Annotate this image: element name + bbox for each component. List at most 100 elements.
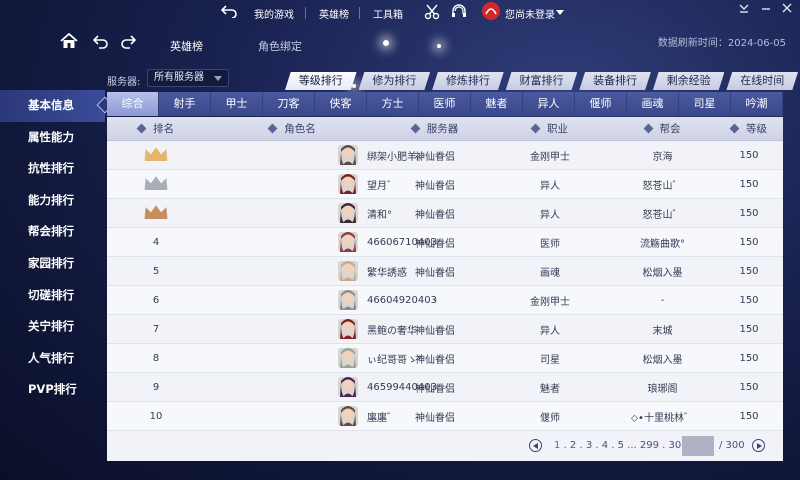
top-bar: 我的游戏 英雄榜 工具箱 您尚未登录	[0, 0, 800, 26]
level-cell: 150	[739, 265, 759, 277]
crown-bronze-icon	[143, 204, 169, 223]
sidebar-item-attribute[interactable]: 属性能力	[0, 122, 105, 154]
page-jump-input[interactable]	[682, 436, 714, 456]
sidebar-item-guanning[interactable]: 关宁排行	[0, 311, 105, 343]
prev-page-icon[interactable]	[529, 439, 542, 452]
headset-icon[interactable]	[451, 3, 467, 22]
class-tab-puppeteer[interactable]: 偃师	[575, 92, 627, 116]
guild-cell: 流觞曲歌°	[640, 238, 685, 250]
class-tab-healer[interactable]: 医师	[419, 92, 471, 116]
tab-wealth-rank[interactable]: 财富排行	[505, 72, 578, 90]
class-tab-mage[interactable]: 方士	[367, 92, 419, 116]
sidebar-item-home[interactable]: 家园排行	[0, 248, 105, 280]
table-row[interactable]: 10 廛廛゛ 神仙眷侣 偃师 ⬦•十里桃林゛ 150	[107, 402, 783, 431]
rank-cell	[107, 175, 205, 194]
login-status[interactable]: 您尚未登录	[505, 6, 555, 21]
class-tab-mystic[interactable]: 异人	[523, 92, 575, 116]
table-row[interactable]: 望月゛ 神仙眷侣 异人 怒苍山゛ 150	[107, 170, 783, 199]
level-cell: 150	[739, 294, 759, 306]
tab-training-rank[interactable]: 修炼排行	[432, 72, 504, 90]
rank-cell: 10	[149, 410, 163, 422]
class-tab-astrologer[interactable]: 司星	[679, 92, 731, 116]
current-page[interactable]: 1	[554, 440, 560, 451]
job-cell: 偃师	[540, 412, 560, 424]
tab-hero-board[interactable]: 英雄榜	[170, 38, 203, 54]
minimize-icon[interactable]	[761, 2, 771, 17]
table-row[interactable]: 清和° 神仙眷侣 异人 怒苍山゛ 150	[107, 199, 783, 228]
chevron-down-icon[interactable]	[556, 10, 564, 15]
class-tab-all[interactable]: 综合	[107, 92, 159, 116]
table-row[interactable]: 8 ぃ纪哥哥ゝ° 神仙眷侣 司星 松烟入墨 150	[107, 344, 783, 373]
sidebar-item-basic-info[interactable]: 基本信息	[0, 90, 105, 122]
class-tab-blade[interactable]: 刀客	[263, 92, 315, 116]
class-tab-archer[interactable]: 射手	[159, 92, 211, 116]
table-row[interactable]: 5 繁华誘惑 神仙眷侣 画魂 松烟入墨 150	[107, 257, 783, 286]
class-tab-warrior[interactable]: 甲士	[211, 92, 263, 116]
close-icon[interactable]	[782, 2, 792, 17]
rank-cell	[107, 204, 205, 223]
column-header-job[interactable]: 职业	[490, 117, 610, 140]
back-arrow-icon[interactable]	[220, 4, 237, 21]
nav-my-games[interactable]: 我的游戏	[254, 6, 294, 21]
class-tab-tide[interactable]: 吟潮	[731, 92, 783, 116]
sort-diamond-icon	[643, 123, 653, 134]
tab-cultivation-rank[interactable]: 修为排行	[358, 72, 431, 90]
name-cell: 廛廛゛	[205, 406, 397, 426]
name-cell: 望月゛	[205, 174, 397, 194]
table-row[interactable]: 7 黑鲍の奢华 神仙眷侣 异人 末城 150	[107, 315, 783, 344]
sidebar-item-popularity[interactable]: 人气排行	[0, 343, 105, 375]
column-header-rank[interactable]: 排名	[107, 117, 205, 140]
class-tab-knight[interactable]: 侠客	[315, 92, 367, 116]
tab-online-time[interactable]: 在线时间	[726, 72, 799, 90]
dropdown-arrow-icon[interactable]	[739, 2, 749, 17]
sidebar-item-guild[interactable]: 帮会排行	[0, 216, 105, 248]
name-cell: 绑架小肥羊。	[205, 145, 427, 165]
server-cell: 神仙眷侣	[415, 412, 455, 424]
sidebar-item-pvp[interactable]: PVP排行	[0, 374, 105, 406]
sidebar-item-ability[interactable]: 能力排行	[0, 185, 105, 217]
level-cell: 150	[739, 178, 759, 190]
table-row[interactable]: 绑架小肥羊。 神仙眷侣 金刚甲士 京海 150	[107, 141, 783, 170]
column-header-server[interactable]: 服务器	[380, 117, 490, 140]
table-row[interactable]: 9 46599440403 神仙眷侣 魅者 琅琊阁 150	[107, 373, 783, 402]
job-cell: 司星	[540, 354, 560, 366]
job-cell: 金刚甲士	[530, 296, 570, 308]
tab-remaining-exp[interactable]: 剩余经验	[652, 72, 725, 90]
table-header: 排名 角色名 服务器 职业 帮会 等级	[107, 117, 783, 141]
avatar	[338, 348, 358, 368]
avatar	[338, 261, 358, 281]
class-tab-painter[interactable]: 画魂	[627, 92, 679, 116]
server-select[interactable]: 所有服务器	[147, 69, 229, 87]
column-header-level[interactable]: 等级	[715, 117, 783, 140]
sidebar: 基本信息 属性能力 抗性排行 能力排行 帮会排行 家园排行 切磋排行 关宁排行 …	[0, 90, 105, 406]
avatar	[338, 290, 358, 310]
sort-diamond-icon	[136, 123, 147, 134]
level-cell: 150	[739, 352, 759, 364]
avatar	[338, 406, 358, 426]
nav-hero-board[interactable]: 英雄榜	[319, 6, 349, 21]
table-row[interactable]: 6 46604920403- 金刚甲士 -150	[107, 286, 783, 315]
table-row[interactable]: 4 46606710403 神仙眷侣 医师 流觞曲歌° 150	[107, 228, 783, 257]
nav-toolbox[interactable]: 工具箱	[373, 6, 403, 21]
sidebar-item-resistance[interactable]: 抗性排行	[0, 153, 105, 185]
forward-icon[interactable]	[120, 35, 137, 52]
tab-role-binding[interactable]: 角色绑定	[258, 38, 302, 54]
tab-level-rank[interactable]: 等级排行	[285, 72, 357, 90]
back-icon[interactable]	[92, 35, 109, 52]
home-icon[interactable]	[60, 32, 78, 52]
sort-diamond-icon	[267, 123, 278, 134]
column-header-name[interactable]: 角色名	[205, 117, 380, 140]
sidebar-item-duel[interactable]: 切磋排行	[0, 280, 105, 312]
job-cell: 异人	[540, 180, 560, 192]
page-numbers[interactable]: 1 . 2 . 3 . 4 . 5 ... 299 . 300	[554, 440, 688, 451]
page-list[interactable]: . 2 . 3 . 4 . 5 ... 299 . 300	[564, 440, 688, 451]
scissors-icon[interactable]	[424, 4, 440, 23]
class-tab-charmer[interactable]: 魅者	[471, 92, 523, 116]
server-cell: 神仙眷侣	[415, 267, 455, 279]
next-page-icon[interactable]	[752, 439, 765, 452]
column-header-guild[interactable]: 帮会	[610, 117, 715, 140]
avatar	[338, 377, 358, 397]
sort-diamond-icon	[410, 123, 421, 134]
name-cell: 46604920403	[205, 290, 437, 310]
tab-equipment-rank[interactable]: 装备排行	[579, 72, 651, 90]
